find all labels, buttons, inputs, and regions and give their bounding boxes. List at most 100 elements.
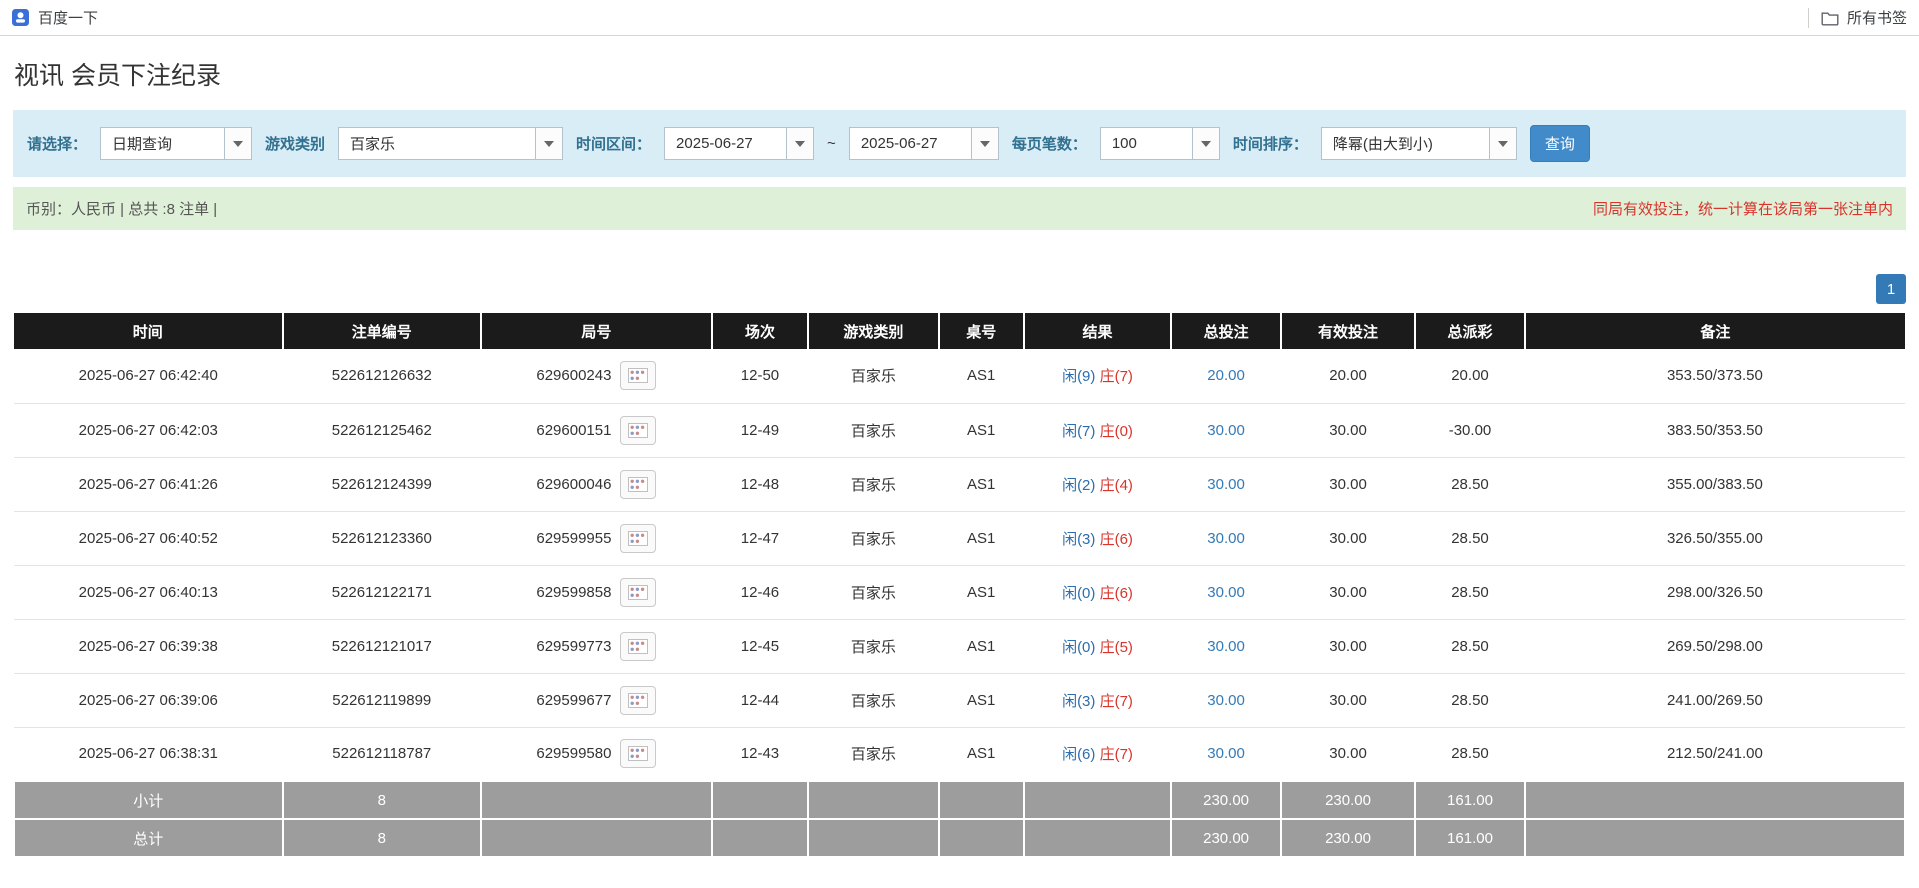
- table-row: 2025-06-27 06:42:03 522612125462 6296001…: [14, 403, 1905, 458]
- chevron-down-icon[interactable]: [224, 128, 252, 159]
- note-cell: 269.50/298.00: [1524, 619, 1905, 674]
- round-cell: 629599955: [481, 511, 712, 566]
- result-banker: 庄(4): [1099, 476, 1133, 494]
- roadmap-icon-button[interactable]: [620, 469, 657, 499]
- search-button[interactable]: 查询: [1529, 125, 1590, 162]
- bet-id-cell: 522612122171: [282, 565, 482, 620]
- round-id: 629599677: [536, 691, 612, 709]
- total-bet-cell: 20.00: [1171, 349, 1281, 404]
- bookmark-label: 百度一下: [38, 10, 99, 27]
- total-bet-link[interactable]: 20.00: [1207, 367, 1245, 384]
- date-to-select[interactable]: 2025-06-27: [848, 127, 999, 160]
- date-from-select[interactable]: 2025-06-27: [664, 127, 815, 160]
- result-cell: 闲(6) 庄(7): [1023, 727, 1172, 782]
- header-time: 时间: [14, 313, 283, 349]
- table-no-cell: AS1: [938, 673, 1024, 728]
- result-player: 闲(7): [1062, 422, 1096, 440]
- total-bet-link[interactable]: 30.00: [1207, 422, 1245, 439]
- session-cell: 12-46: [711, 565, 809, 620]
- valid-bet-cell: 30.00: [1280, 565, 1416, 620]
- round-cell: 629599773: [481, 619, 712, 674]
- table-row: 2025-06-27 06:39:38 522612121017 6295997…: [14, 619, 1905, 674]
- round-id: 629599955: [536, 529, 612, 547]
- chevron-down-icon[interactable]: [535, 128, 563, 159]
- game-type-select[interactable]: 百家乐: [338, 127, 564, 160]
- records-table: 时间 注单编号 局号 场次 游戏类别 桌号 结果 总投注 有效投注 总派彩 备注…: [13, 313, 1907, 858]
- payout-cell: 28.50: [1415, 511, 1525, 566]
- time-cell: 2025-06-27 06:39:38: [14, 619, 283, 674]
- roadmap-icon-button[interactable]: [620, 577, 657, 607]
- round-id: 629600243: [536, 367, 612, 385]
- payout-cell: 28.50: [1415, 727, 1525, 782]
- date-range-separator: ~: [827, 135, 836, 152]
- all-bookmarks-button[interactable]: 所有书签: [1821, 7, 1907, 28]
- result-banker: 庄(5): [1099, 638, 1133, 656]
- table-no-cell: AS1: [938, 457, 1024, 512]
- table-row: 2025-06-27 06:42:40 522612126632 6296002…: [14, 349, 1905, 404]
- valid-bet-cell: 30.00: [1280, 403, 1416, 458]
- session-cell: 12-47: [711, 511, 809, 566]
- roadmap-icon-button[interactable]: [620, 739, 657, 769]
- subtotal-total-bet: 230.00: [1170, 780, 1282, 820]
- roadmap-icon-button[interactable]: [620, 361, 657, 391]
- chevron-down-icon[interactable]: [1191, 128, 1219, 159]
- bookmarks-divider: [1807, 7, 1809, 28]
- grand-total-count: 8: [281, 818, 483, 858]
- payout-cell: 28.50: [1415, 457, 1525, 512]
- table-no-cell: AS1: [938, 619, 1024, 674]
- chevron-down-icon[interactable]: [1488, 128, 1516, 159]
- grand-total-row: 总计 8 230.00 230.00 161.00: [13, 818, 1907, 858]
- note-cell: 326.50/355.00: [1524, 511, 1905, 566]
- subtotal-row: 小计 8 230.00 230.00 161.00: [13, 780, 1907, 820]
- note-cell: 298.00/326.50: [1524, 565, 1905, 620]
- summary-info-text: 币别：人民币 | 总共 :8 注单 |: [26, 201, 218, 218]
- total-bet-link[interactable]: 30.00: [1207, 638, 1245, 655]
- chevron-down-icon[interactable]: [970, 128, 998, 159]
- total-bet-cell: 30.00: [1171, 673, 1281, 728]
- page-title: 视讯 会员下注纪录: [14, 62, 221, 90]
- date-type-value: 日期查询: [112, 136, 173, 153]
- header-table-no: 桌号: [937, 313, 1024, 349]
- bookmark-baidu[interactable]: 百度一下: [12, 7, 98, 28]
- total-bet-link[interactable]: 30.00: [1207, 584, 1245, 601]
- total-bet-cell: 30.00: [1171, 511, 1281, 566]
- game-type-cell: 百家乐: [808, 511, 939, 566]
- game-type-cell: 百家乐: [808, 457, 939, 512]
- result-player: 闲(9): [1062, 368, 1096, 386]
- round-cell: 629600243: [481, 349, 712, 404]
- session-cell: 12-48: [711, 457, 809, 512]
- bet-id-cell: 522612119899: [282, 673, 482, 728]
- date-type-select[interactable]: 日期查询: [100, 127, 253, 160]
- roadmap-icon-button[interactable]: [620, 415, 657, 445]
- page-size-select[interactable]: 100: [1099, 127, 1220, 160]
- page-1-button[interactable]: 1: [1876, 274, 1906, 304]
- roadmap-icon-button[interactable]: [620, 631, 657, 661]
- total-bet-link[interactable]: 30.00: [1207, 745, 1245, 762]
- payout-cell: 28.50: [1415, 619, 1525, 674]
- valid-bet-cell: 30.00: [1280, 457, 1416, 512]
- time-cell: 2025-06-27 06:42:40: [14, 349, 283, 404]
- round-cell: 629600151: [481, 403, 712, 458]
- filter-label-sort: 时间排序：: [1232, 136, 1308, 153]
- time-cell: 2025-06-27 06:38:31: [14, 727, 283, 782]
- table-row: 2025-06-27 06:38:31 522612118787 6295995…: [14, 727, 1905, 782]
- grand-total-valid-bet: 230.00: [1279, 818, 1417, 858]
- round-cell: 629599677: [481, 673, 712, 728]
- game-type-cell: 百家乐: [808, 619, 939, 674]
- pagination: 1: [13, 274, 1906, 304]
- table-no-cell: AS1: [938, 727, 1024, 782]
- chevron-down-icon[interactable]: [786, 128, 814, 159]
- total-bet-link[interactable]: 30.00: [1207, 530, 1245, 547]
- session-cell: 12-45: [711, 619, 809, 674]
- roadmap-icon-button[interactable]: [620, 685, 657, 715]
- roadmap-icon-button[interactable]: [620, 523, 657, 553]
- date-from-value: 2025-06-27: [676, 135, 753, 152]
- result-banker: 庄(0): [1099, 422, 1133, 440]
- bet-id-cell: 522612123360: [282, 511, 482, 566]
- time-cell: 2025-06-27 06:42:03: [14, 403, 283, 458]
- total-bet-link[interactable]: 30.00: [1207, 476, 1245, 493]
- total-bet-link[interactable]: 30.00: [1207, 692, 1245, 709]
- sort-order-select[interactable]: 降幂(由大到小): [1320, 127, 1517, 160]
- grand-total-payout: 161.00: [1414, 818, 1526, 858]
- bet-id-cell: 522612124399: [282, 457, 482, 512]
